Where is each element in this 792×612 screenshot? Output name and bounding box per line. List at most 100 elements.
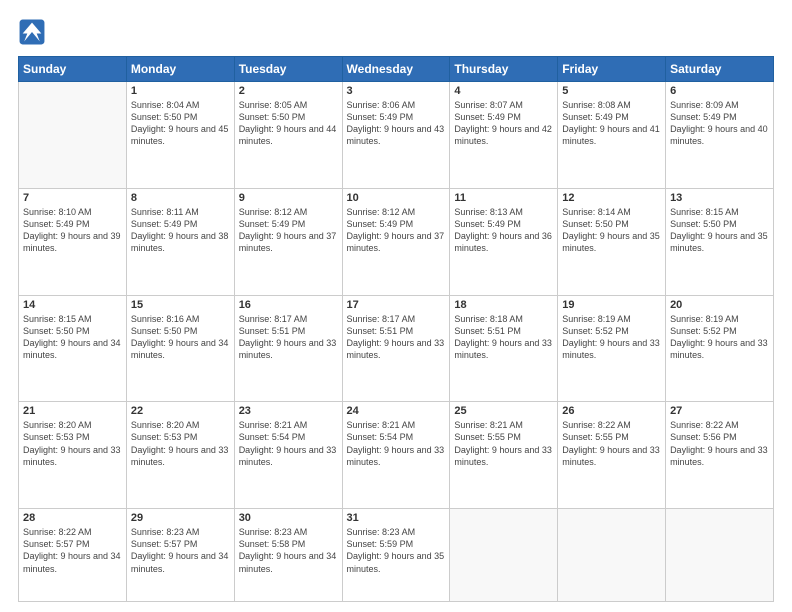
- calendar-week-row: 7 Sunrise: 8:10 AMSunset: 5:49 PMDaylight…: [19, 188, 774, 295]
- cell-info: Sunrise: 8:10 AMSunset: 5:49 PMDaylight:…: [23, 206, 122, 255]
- cell-info: Sunrise: 8:16 AMSunset: 5:50 PMDaylight:…: [131, 313, 230, 362]
- cell-info: Sunrise: 8:15 AMSunset: 5:50 PMDaylight:…: [23, 313, 122, 362]
- day-number: 17: [347, 299, 446, 311]
- cell-info: Sunrise: 8:19 AMSunset: 5:52 PMDaylight:…: [562, 313, 661, 362]
- cell-info: Sunrise: 8:17 AMSunset: 5:51 PMDaylight:…: [347, 313, 446, 362]
- weekday-header-cell: Wednesday: [342, 57, 450, 82]
- calendar-cell: 24 Sunrise: 8:21 AMSunset: 5:54 PMDayligh…: [342, 402, 450, 509]
- calendar-cell: 23 Sunrise: 8:21 AMSunset: 5:54 PMDayligh…: [234, 402, 342, 509]
- cell-info: Sunrise: 8:21 AMSunset: 5:54 PMDaylight:…: [347, 419, 446, 468]
- day-number: 12: [562, 192, 661, 204]
- calendar-week-row: 28 Sunrise: 8:22 AMSunset: 5:57 PMDayligh…: [19, 509, 774, 602]
- calendar-cell: 31 Sunrise: 8:23 AMSunset: 5:59 PMDayligh…: [342, 509, 450, 602]
- day-number: 18: [454, 299, 553, 311]
- day-number: 2: [239, 85, 338, 97]
- calendar-cell: 27Sunrise: 8:22 AMSunset: 5:56 PMDayligh…: [666, 402, 774, 509]
- day-number: 3: [347, 85, 446, 97]
- calendar-cell: 2 Sunrise: 8:05 AMSunset: 5:50 PMDaylight…: [234, 82, 342, 189]
- cell-info: Sunrise: 8:23 AMSunset: 5:58 PMDaylight:…: [239, 526, 338, 575]
- weekday-header-cell: Thursday: [450, 57, 558, 82]
- day-number: 16: [239, 299, 338, 311]
- calendar-cell: 12 Sunrise: 8:14 AMSunset: 5:50 PMDayligh…: [558, 188, 666, 295]
- day-number: 22: [131, 405, 230, 417]
- day-number: 6: [670, 85, 769, 97]
- calendar-cell: 8 Sunrise: 8:11 AMSunset: 5:49 PMDaylight…: [126, 188, 234, 295]
- day-number: 13: [670, 192, 769, 204]
- calendar-week-row: 1 Sunrise: 8:04 AMSunset: 5:50 PMDaylight…: [19, 82, 774, 189]
- cell-info: Sunrise: 8:20 AMSunset: 5:53 PMDaylight:…: [23, 419, 122, 468]
- cell-info: Sunrise: 8:19 AMSunset: 5:52 PMDaylight:…: [670, 313, 769, 362]
- calendar-week-row: 14 Sunrise: 8:15 AMSunset: 5:50 PMDayligh…: [19, 295, 774, 402]
- header: [18, 18, 774, 46]
- weekday-header-cell: Saturday: [666, 57, 774, 82]
- day-number: 4: [454, 85, 553, 97]
- calendar-cell: 3 Sunrise: 8:06 AMSunset: 5:49 PMDaylight…: [342, 82, 450, 189]
- cell-info: Sunrise: 8:15 AMSunset: 5:50 PMDaylight:…: [670, 206, 769, 255]
- cell-info: Sunrise: 8:09 AMSunset: 5:49 PMDaylight:…: [670, 99, 769, 148]
- calendar-cell: 10 Sunrise: 8:12 AMSunset: 5:49 PMDayligh…: [342, 188, 450, 295]
- weekday-header-cell: Tuesday: [234, 57, 342, 82]
- calendar-cell: 25Sunrise: 8:21 AMSunset: 5:55 PMDayligh…: [450, 402, 558, 509]
- day-number: 23: [239, 405, 338, 417]
- day-number: 21: [23, 405, 122, 417]
- calendar-cell: 30 Sunrise: 8:23 AMSunset: 5:58 PMDayligh…: [234, 509, 342, 602]
- calendar-cell: 20 Sunrise: 8:19 AMSunset: 5:52 PMDayligh…: [666, 295, 774, 402]
- day-number: 14: [23, 299, 122, 311]
- calendar-week-row: 21 Sunrise: 8:20 AMSunset: 5:53 PMDayligh…: [19, 402, 774, 509]
- weekday-header-cell: Friday: [558, 57, 666, 82]
- cell-info: Sunrise: 8:22 AMSunset: 5:57 PMDaylight:…: [23, 526, 122, 575]
- cell-info: Sunrise: 8:23 AMSunset: 5:59 PMDaylight:…: [347, 526, 446, 575]
- calendar-cell: 22 Sunrise: 8:20 AMSunset: 5:53 PMDayligh…: [126, 402, 234, 509]
- cell-info: Sunrise: 8:05 AMSunset: 5:50 PMDaylight:…: [239, 99, 338, 148]
- day-number: 30: [239, 512, 338, 524]
- day-number: 28: [23, 512, 122, 524]
- weekday-header-cell: Sunday: [19, 57, 127, 82]
- cell-info: Sunrise: 8:08 AMSunset: 5:49 PMDaylight:…: [562, 99, 661, 148]
- calendar-cell: 7 Sunrise: 8:10 AMSunset: 5:49 PMDaylight…: [19, 188, 127, 295]
- calendar-cell: 26 Sunrise: 8:22 AMSunset: 5:55 PMDayligh…: [558, 402, 666, 509]
- calendar-cell: 19 Sunrise: 8:19 AMSunset: 5:52 PMDayligh…: [558, 295, 666, 402]
- calendar-cell: 13 Sunrise: 8:15 AMSunset: 5:50 PMDayligh…: [666, 188, 774, 295]
- cell-info: Sunrise: 8:12 AMSunset: 5:49 PMDaylight:…: [347, 206, 446, 255]
- calendar-cell: [19, 82, 127, 189]
- day-number: 8: [131, 192, 230, 204]
- day-number: 20: [670, 299, 769, 311]
- cell-info: Sunrise: 8:18 AMSunset: 5:51 PMDaylight:…: [454, 313, 553, 362]
- weekday-header-cell: Monday: [126, 57, 234, 82]
- cell-info: Sunrise: 8:04 AMSunset: 5:50 PMDaylight:…: [131, 99, 230, 148]
- cell-info: Sunrise: 8:22 AMSunset: 5:56 PMDaylight:…: [670, 419, 769, 468]
- calendar-cell: 21 Sunrise: 8:20 AMSunset: 5:53 PMDayligh…: [19, 402, 127, 509]
- cell-info: Sunrise: 8:11 AMSunset: 5:49 PMDaylight:…: [131, 206, 230, 255]
- cell-info: Sunrise: 8:21 AMSunset: 5:54 PMDaylight:…: [239, 419, 338, 468]
- day-number: 9: [239, 192, 338, 204]
- page: SundayMondayTuesdayWednesdayThursdayFrid…: [0, 0, 792, 612]
- day-number: 19: [562, 299, 661, 311]
- cell-info: Sunrise: 8:07 AMSunset: 5:49 PMDaylight:…: [454, 99, 553, 148]
- day-number: 11: [454, 192, 553, 204]
- calendar-cell: 14 Sunrise: 8:15 AMSunset: 5:50 PMDayligh…: [19, 295, 127, 402]
- calendar-cell: 29Sunrise: 8:23 AMSunset: 5:57 PMDayligh…: [126, 509, 234, 602]
- calendar-cell: 9Sunrise: 8:12 AMSunset: 5:49 PMDaylight…: [234, 188, 342, 295]
- day-number: 25: [454, 405, 553, 417]
- day-number: 10: [347, 192, 446, 204]
- cell-info: Sunrise: 8:06 AMSunset: 5:49 PMDaylight:…: [347, 99, 446, 148]
- calendar-cell: 1 Sunrise: 8:04 AMSunset: 5:50 PMDaylight…: [126, 82, 234, 189]
- calendar: SundayMondayTuesdayWednesdayThursdayFrid…: [18, 56, 774, 602]
- day-number: 29: [131, 512, 230, 524]
- calendar-cell: 18 Sunrise: 8:18 AMSunset: 5:51 PMDayligh…: [450, 295, 558, 402]
- logo: [18, 18, 50, 46]
- day-number: 5: [562, 85, 661, 97]
- day-number: 31: [347, 512, 446, 524]
- cell-info: Sunrise: 8:22 AMSunset: 5:55 PMDaylight:…: [562, 419, 661, 468]
- calendar-cell: 15 Sunrise: 8:16 AMSunset: 5:50 PMDayligh…: [126, 295, 234, 402]
- cell-info: Sunrise: 8:20 AMSunset: 5:53 PMDaylight:…: [131, 419, 230, 468]
- calendar-cell: 28 Sunrise: 8:22 AMSunset: 5:57 PMDayligh…: [19, 509, 127, 602]
- day-number: 24: [347, 405, 446, 417]
- calendar-cell: 11Sunrise: 8:13 AMSunset: 5:49 PMDayligh…: [450, 188, 558, 295]
- cell-info: Sunrise: 8:14 AMSunset: 5:50 PMDaylight:…: [562, 206, 661, 255]
- day-number: 26: [562, 405, 661, 417]
- day-number: 15: [131, 299, 230, 311]
- day-number: 1: [131, 85, 230, 97]
- day-number: 7: [23, 192, 122, 204]
- cell-info: Sunrise: 8:17 AMSunset: 5:51 PMDaylight:…: [239, 313, 338, 362]
